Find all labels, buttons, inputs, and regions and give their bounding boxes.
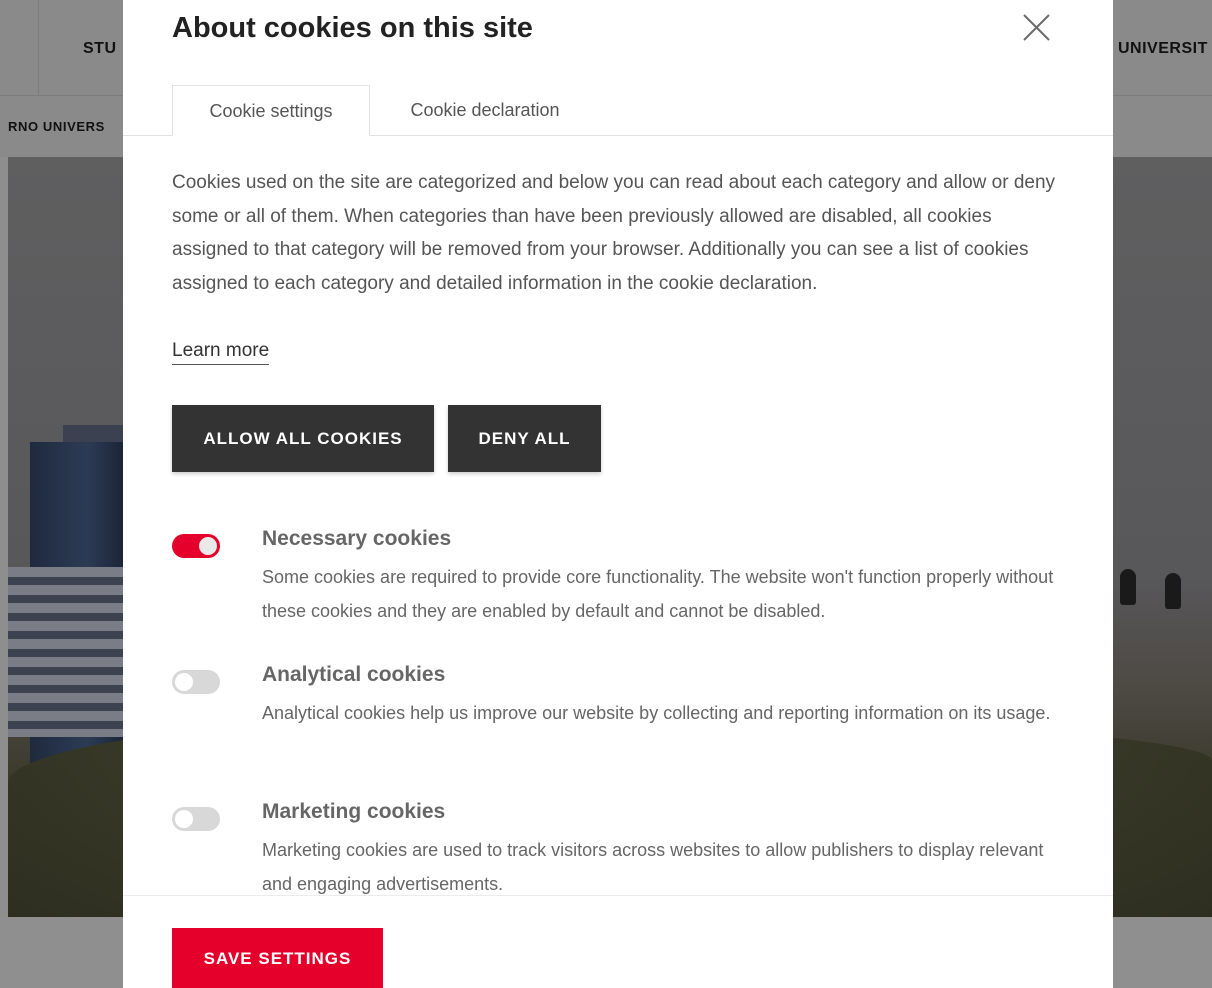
allow-all-cookies-button[interactable]: ALLOW ALL COOKIES: [172, 405, 434, 472]
nav-sub-item-university[interactable]: RNO UNIVERS: [8, 119, 105, 134]
category-description: Marketing cookies are used to track visi…: [262, 840, 1044, 894]
close-button[interactable]: [1019, 10, 1055, 46]
nav-divider: [38, 0, 39, 95]
close-icon: [1023, 14, 1050, 41]
hero-person: [1165, 573, 1181, 609]
toggle-knob: [199, 537, 217, 555]
category-description: Some cookies are required to provide cor…: [262, 567, 1054, 621]
toggle-marketing[interactable]: [172, 807, 220, 831]
nav-item-university[interactable]: UNIVERSIT: [1118, 40, 1208, 58]
intro-text: Cookies used on the site are categorized…: [172, 172, 1056, 294]
nav-item-students[interactable]: STU: [83, 40, 117, 58]
hero-building-low: [8, 567, 123, 737]
category-title: Marketing cookies: [262, 800, 446, 823]
toggle-knob: [175, 810, 193, 828]
toggle-knob: [175, 673, 193, 691]
tab-cookie-declaration[interactable]: Cookie declaration: [380, 85, 590, 135]
tab-bar: Cookie settings Cookie declaration: [123, 85, 1113, 136]
deny-all-button[interactable]: DENY ALL: [448, 405, 601, 472]
modal-title: About cookies on this site: [172, 12, 533, 44]
toggle-analytical[interactable]: [172, 670, 220, 694]
learn-more-link[interactable]: Learn more: [172, 340, 270, 365]
cookie-modal: About cookies on this site Cookie settin…: [123, 0, 1113, 988]
modal-footer: SAVE SETTINGS: [123, 895, 1113, 988]
hero-person: [1120, 569, 1136, 605]
tab-cookie-settings[interactable]: Cookie settings: [172, 85, 370, 136]
category-description: Analytical cookies help us improve our w…: [262, 703, 1051, 723]
toggle-necessary[interactable]: [172, 534, 220, 558]
save-settings-button[interactable]: SAVE SETTINGS: [172, 928, 383, 988]
category-title: Analytical cookies: [262, 663, 446, 686]
page: STU UNIVERSIT RNO UNIVERS About cookies …: [0, 0, 1212, 988]
category-title: Necessary cookies: [262, 527, 452, 550]
